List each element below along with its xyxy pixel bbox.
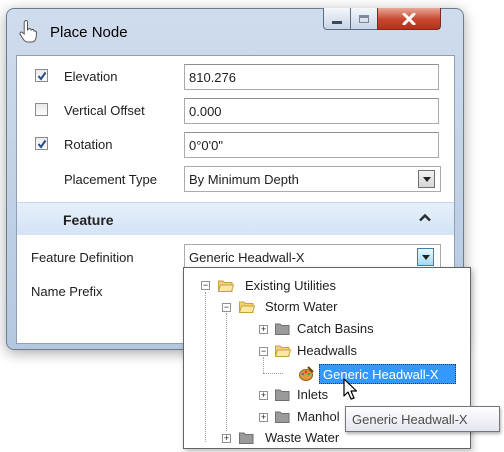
close-icon	[402, 12, 416, 25]
folder-closed-icon	[275, 411, 290, 423]
elevation-checkbox[interactable]	[35, 69, 48, 82]
feature-definition-label: Feature Definition	[31, 250, 134, 265]
folder-closed-icon	[239, 432, 254, 444]
vertical-offset-checkbox[interactable]	[35, 103, 48, 116]
tree-connector	[263, 357, 264, 373]
tree-item-generic-headwall-x[interactable]: Generic Headwall-X	[319, 364, 456, 384]
collapse-toggle[interactable]: −	[201, 281, 210, 290]
vertical-offset-label: Vertical Offset	[64, 103, 145, 118]
checkmark-icon	[37, 71, 46, 81]
collapse-toggle[interactable]: −	[222, 303, 231, 312]
expand-toggle[interactable]: +	[222, 434, 231, 443]
tree-item-manholes[interactable]: Manhol	[297, 409, 340, 431]
tree-connector	[205, 292, 206, 442]
tree-item-waste-water[interactable]: Waste Water	[265, 430, 339, 452]
name-prefix-label: Name Prefix	[31, 284, 103, 299]
placement-type-dropdown-button[interactable]	[418, 170, 435, 188]
mouse-cursor-icon	[343, 378, 358, 400]
chevron-down-icon	[422, 176, 431, 182]
expand-toggle[interactable]: +	[259, 325, 268, 334]
close-button[interactable]	[377, 8, 441, 30]
tree-connector	[263, 373, 283, 374]
tree-item-inlets[interactable]: Inlets	[297, 387, 328, 409]
folder-closed-icon	[275, 389, 290, 401]
paint-palette-icon	[299, 366, 314, 381]
folder-open-icon	[275, 345, 291, 357]
checkmark-icon	[37, 139, 46, 149]
tree-item-catch-basins[interactable]: Catch Basins	[297, 321, 374, 343]
tree-item-storm-water[interactable]: Storm Water	[265, 299, 337, 321]
feature-definition-value: Generic Headwall-X	[189, 250, 305, 265]
rotation-label: Rotation	[64, 137, 113, 152]
tree-item-existing-utilities[interactable]: Existing Utilities	[245, 278, 336, 300]
collapse-toggle[interactable]: −	[259, 347, 268, 356]
elevation-field[interactable]: 810.276	[184, 64, 439, 90]
feature-definition-dropdown-button[interactable]	[417, 248, 434, 266]
elevation-label: Elevation	[64, 69, 118, 84]
chevron-down-icon	[421, 254, 430, 260]
folder-open-icon	[218, 280, 234, 292]
vertical-offset-field[interactable]: 0.000	[184, 98, 439, 124]
chevron-up-icon[interactable]	[419, 213, 431, 222]
rotation-field[interactable]: 0°0'0"	[184, 132, 439, 158]
folder-open-icon	[239, 301, 255, 313]
tooltip: Generic Headwall-X	[345, 406, 500, 432]
maximize-icon	[359, 14, 369, 23]
minimize-button[interactable]	[323, 8, 351, 30]
placement-type-value: By Minimum Depth	[189, 172, 299, 187]
feature-section-title: Feature	[63, 212, 114, 228]
minimize-icon	[332, 21, 342, 24]
maximize-button[interactable]	[350, 8, 378, 30]
placement-type-select[interactable]: By Minimum Depth	[184, 166, 441, 192]
tree-connector	[226, 313, 227, 431]
folder-closed-icon	[275, 323, 290, 335]
tree-item-headwalls[interactable]: Headwalls	[297, 343, 357, 365]
placement-type-label: Placement Type	[64, 172, 157, 187]
expand-toggle[interactable]: +	[259, 413, 268, 422]
window-title: Place Node	[50, 24, 128, 41]
rotation-checkbox[interactable]	[35, 137, 48, 150]
hand-pointer-icon	[19, 19, 38, 43]
expand-toggle[interactable]: +	[259, 391, 268, 400]
